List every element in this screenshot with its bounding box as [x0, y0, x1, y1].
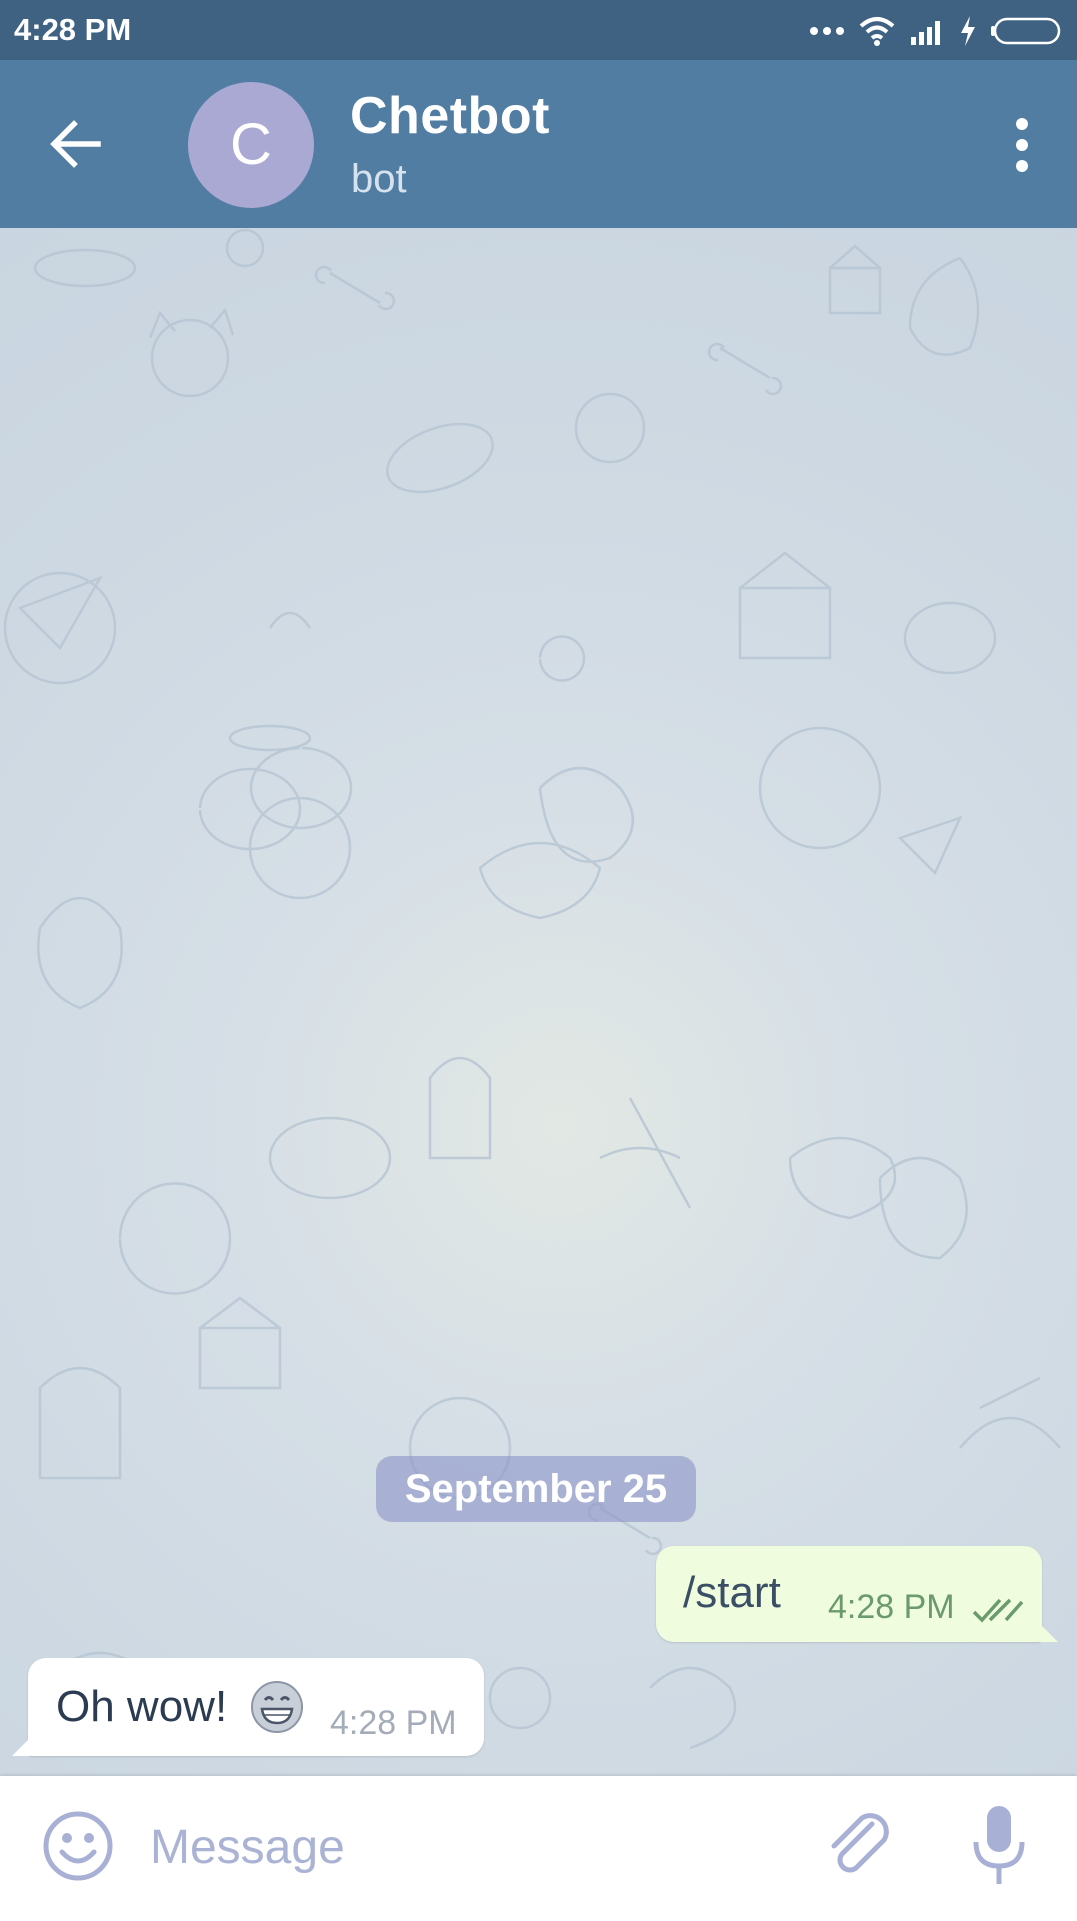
voice-button[interactable] — [970, 1802, 1028, 1890]
grinning-face-icon — [251, 1681, 303, 1733]
back-button[interactable] — [46, 112, 110, 176]
chat-area[interactable]: September 25 /start 4:28 PM Oh wow! 4:28… — [0, 228, 1077, 1776]
doodle-wallpaper — [3, 228, 1061, 1750]
message-input[interactable] — [148, 1806, 792, 1888]
avatar[interactable]: C — [188, 82, 314, 208]
charging-icon — [961, 16, 975, 46]
double-check-icon — [972, 1598, 1024, 1623]
incoming-message[interactable]: Oh wow! 4:28 PM — [12, 1658, 484, 1756]
message-time: 4:28 PM — [828, 1588, 955, 1626]
message-text: Oh wow! — [56, 1682, 228, 1731]
paperclip-icon — [831, 1813, 889, 1873]
wifi-icon — [859, 17, 895, 46]
date-badge: September 25 — [376, 1456, 696, 1522]
status-icons — [809, 14, 1063, 48]
arrow-left-icon — [50, 120, 101, 168]
status-time: 4:28 PM — [14, 12, 132, 47]
outgoing-message[interactable]: /start 4:28 PM — [656, 1546, 1058, 1642]
chat-title[interactable]: Chetbot — [350, 86, 550, 146]
message-time: 4:28 PM — [330, 1704, 457, 1742]
attach-button[interactable] — [820, 1806, 900, 1886]
emoji-button[interactable] — [42, 1810, 114, 1882]
chat-header: C Chetbot bot — [0, 60, 1077, 228]
microphone-icon — [973, 1806, 1025, 1884]
battery-icon — [991, 17, 1061, 45]
message-text: /start — [683, 1568, 781, 1617]
more-dots-icon — [810, 27, 844, 35]
vertical-dots-icon — [1016, 118, 1028, 172]
signal-icon — [911, 21, 940, 45]
menu-button[interactable] — [1007, 115, 1037, 175]
composer-bar — [0, 1776, 1077, 1921]
smiley-icon — [43, 1811, 113, 1881]
status-bar: 4:28 PM — [0, 0, 1077, 60]
chat-subtitle: bot — [351, 157, 407, 201]
